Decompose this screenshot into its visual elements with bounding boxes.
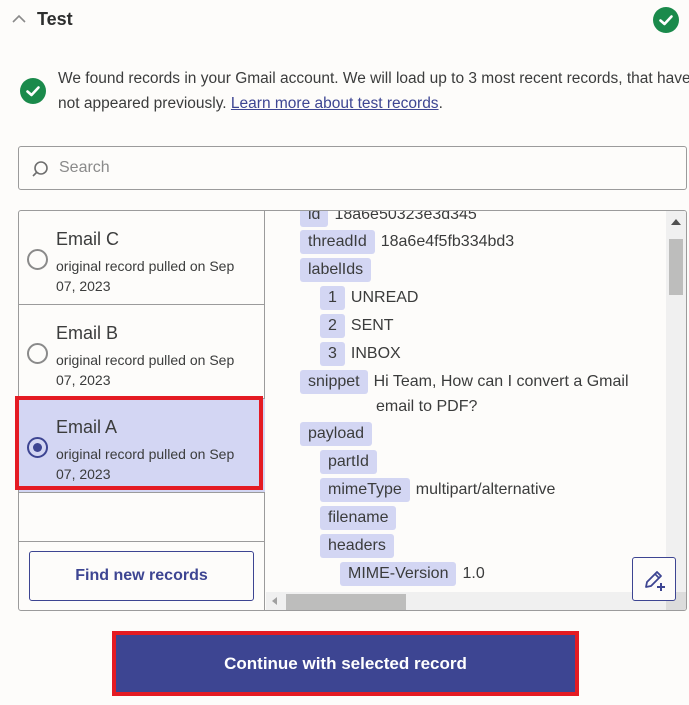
- field-row: id 18a6e50323e3d345: [300, 211, 477, 227]
- field-row: 1 UNREAD: [320, 286, 418, 310]
- search-input[interactable]: [59, 147, 659, 189]
- field-value: INBOX: [350, 345, 401, 362]
- field-value: UNREAD: [350, 289, 419, 306]
- field-row: threadId 18a6e4f5fb334bd3: [300, 230, 514, 254]
- field-key: snippet: [300, 370, 368, 394]
- record-name: Email B: [56, 323, 119, 343]
- field-value: 1.0: [462, 565, 485, 582]
- test-section-header[interactable]: Test: [0, 0, 689, 40]
- records-panel: Email C original record pulled on Sep 07…: [18, 210, 687, 611]
- field-row: mimeType multipart/alternative: [320, 478, 555, 502]
- field-row: labelIds: [300, 258, 377, 282]
- record-list: Email C original record pulled on Sep 07…: [19, 211, 265, 610]
- record-radio[interactable]: [27, 249, 48, 270]
- record-radio[interactable]: [27, 343, 48, 364]
- scroll-left-arrow-icon[interactable]: [272, 597, 277, 605]
- field-index: 3: [320, 342, 345, 366]
- field-value: SENT: [350, 317, 394, 334]
- field-value: 18a6e4f5fb334bd3: [380, 233, 515, 250]
- field-row: headers: [320, 534, 400, 558]
- continue-with-selected-record-button[interactable]: Continue with selected record: [116, 635, 575, 692]
- divider: [19, 541, 265, 542]
- field-row-continuation: email to PDF?: [376, 395, 477, 419]
- search-box[interactable]: [18, 146, 687, 190]
- field-value: Hi Team, How can I convert a Gmail: [373, 373, 629, 390]
- success-notice: We found records in your Gmail account. …: [20, 64, 689, 120]
- field-index: 1: [320, 286, 345, 310]
- field-row: filename: [320, 506, 402, 530]
- record-radio-selected[interactable]: [27, 437, 48, 458]
- horizontal-scrollbar[interactable]: [266, 592, 666, 610]
- record-name: Email A: [56, 417, 118, 437]
- field-row: snippet Hi Team, How can I convert a Gmai…: [300, 370, 629, 394]
- section-title: Test: [37, 9, 73, 29]
- field-key: headers: [320, 534, 394, 558]
- chevron-up-icon[interactable]: [12, 12, 26, 26]
- record-subtitle: original record pulled on Sep 07, 2023: [56, 446, 235, 482]
- field-row: payload: [300, 422, 378, 446]
- record-name: Email C: [56, 229, 120, 249]
- notice-suffix: .: [438, 95, 443, 112]
- record-data-view: id 18a6e50323e3d345 threadId 18a6e4f5fb334…: [266, 211, 666, 592]
- field-row: MIME-Version 1.0: [340, 562, 485, 586]
- field-row: 2 SENT: [320, 314, 394, 338]
- learn-more-link[interactable]: Learn more about test records: [231, 95, 439, 112]
- field-key: partId: [320, 450, 377, 474]
- field-key: payload: [300, 422, 373, 446]
- find-new-records-button[interactable]: Find new records: [29, 551, 254, 601]
- field-key: filename: [320, 506, 397, 530]
- record-email-b[interactable]: Email B original record pulled on Sep 07…: [19, 305, 265, 399]
- notice-message: We found records in your Gmail account. …: [58, 66, 689, 116]
- horizontal-scroll-thumb[interactable]: [286, 594, 406, 610]
- field-value: multipart/alternative: [415, 481, 556, 498]
- record-subtitle: original record pulled on Sep 07, 2023: [56, 352, 235, 388]
- field-key: labelIds: [300, 258, 372, 282]
- check-circle-icon: [20, 78, 46, 104]
- field-index: 2: [320, 314, 345, 338]
- field-value: 18a6e50323e3d345: [334, 211, 477, 223]
- vertical-scroll-thumb[interactable]: [669, 239, 683, 295]
- scroll-up-arrow-icon[interactable]: [671, 219, 681, 225]
- vertical-scrollbar[interactable]: [666, 211, 686, 592]
- record-email-c[interactable]: Email C original record pulled on Sep 07…: [19, 211, 265, 305]
- edit-data-button[interactable]: [632, 557, 676, 601]
- continue-button-highlight: Continue with selected record: [112, 631, 579, 696]
- search-icon: [32, 161, 48, 177]
- field-value: email to PDF?: [376, 398, 478, 415]
- field-key: threadId: [300, 230, 375, 254]
- field-row: partId: [320, 450, 383, 474]
- record-subtitle: original record pulled on Sep 07, 2023: [56, 258, 235, 294]
- record-email-a[interactable]: Email A original record pulled on Sep 07…: [19, 399, 265, 493]
- field-key: mimeType: [320, 478, 410, 502]
- success-check-icon: [653, 7, 679, 33]
- field-row: 3 INBOX: [320, 342, 401, 366]
- field-key: id: [300, 211, 329, 227]
- field-key: MIME-Version: [340, 562, 457, 586]
- pencil-plus-icon: [645, 571, 665, 591]
